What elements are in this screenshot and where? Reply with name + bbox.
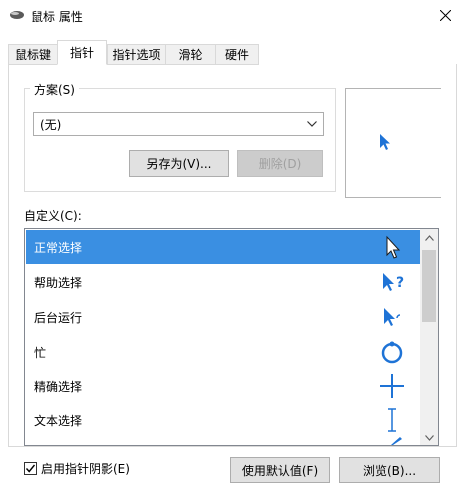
- save-as-label: 另存为(V)...: [146, 157, 212, 171]
- svg-text:?: ?: [396, 275, 404, 291]
- browse-button[interactable]: 浏览(B)...: [339, 457, 440, 483]
- customize-label: 自定义(C):: [24, 209, 82, 223]
- close-button[interactable]: [430, 4, 460, 26]
- scheme-label: 方案(S): [30, 81, 79, 98]
- scroll-up-icon[interactable]: [425, 235, 434, 241]
- pointer-label: 正常选择: [34, 240, 83, 255]
- delete-label: 删除(D): [258, 157, 302, 171]
- use-default-label: 使用默认值(F): [241, 463, 319, 478]
- cursor-preview: [345, 88, 441, 198]
- pointer-label: 精确选择: [34, 379, 83, 394]
- title-bar: 鼠标 属性: [0, 0, 465, 32]
- tab-label: 鼠标键: [14, 48, 51, 62]
- list-item[interactable]: 帮助选择 ?: [26, 265, 420, 299]
- pointer-list[interactable]: 正常选择 帮助选择 ? 后台运行 忙 精确选择 文本选择: [24, 228, 439, 446]
- list-item[interactable]: 后台运行: [26, 300, 420, 334]
- chevron-down-icon: [307, 121, 317, 127]
- tab-label: 硬件: [224, 48, 249, 62]
- crosshair-cursor-icon: [380, 374, 404, 398]
- scroll-down-icon[interactable]: [425, 435, 434, 441]
- delete-button[interactable]: 删除(D): [237, 150, 323, 177]
- list-item[interactable]: 正常选择: [26, 230, 420, 264]
- use-default-button[interactable]: 使用默认值(F): [230, 457, 330, 483]
- busy-ring-icon: [381, 341, 403, 364]
- tab-wheel[interactable]: 滑轮: [165, 44, 216, 65]
- shadow-label[interactable]: 启用指针阴影(E): [41, 460, 130, 477]
- mouse-app-icon: [10, 11, 24, 19]
- pointer-label: 忙: [34, 345, 47, 360]
- list-item[interactable]: 精确选择: [26, 369, 420, 403]
- scheme-selected-value: (无): [40, 117, 62, 132]
- pointer-label: 后台运行: [34, 310, 83, 325]
- tab-hardware[interactable]: 硬件: [215, 44, 259, 65]
- shadow-checkbox[interactable]: [24, 462, 37, 475]
- background-busy-cursor-icon: [384, 308, 401, 326]
- list-item[interactable]: 忙: [26, 335, 420, 369]
- pen-cursor-icon: [391, 437, 402, 445]
- list-item[interactable]: 文本选择: [26, 403, 420, 437]
- tab-label: 滑轮: [178, 48, 203, 62]
- arrow-cursor-icon: [386, 235, 401, 259]
- tab-buttons[interactable]: 鼠标键: [8, 44, 58, 65]
- checkmark-icon: [25, 464, 36, 473]
- tab-label: 指针选项: [112, 48, 161, 62]
- help-cursor-icon: ?: [383, 273, 404, 291]
- close-icon: [439, 9, 451, 21]
- pointer-label: 文本选择: [34, 413, 83, 428]
- scrollbar-thumb[interactable]: [422, 250, 436, 322]
- arrow-cursor-icon: [380, 134, 390, 150]
- browse-label: 浏览(B)...: [362, 463, 417, 478]
- tab-pointer-options[interactable]: 指针选项: [107, 44, 166, 65]
- text-ibeam-cursor-icon: [388, 408, 396, 432]
- pointer-label: 帮助选择: [34, 275, 83, 290]
- window-title: 鼠标 属性: [31, 10, 83, 24]
- scheme-select[interactable]: (无): [33, 112, 324, 136]
- tab-pointers[interactable]: 指针: [57, 40, 107, 65]
- save-as-button[interactable]: 另存为(V)...: [129, 150, 229, 177]
- tab-label: 指针: [69, 46, 94, 60]
